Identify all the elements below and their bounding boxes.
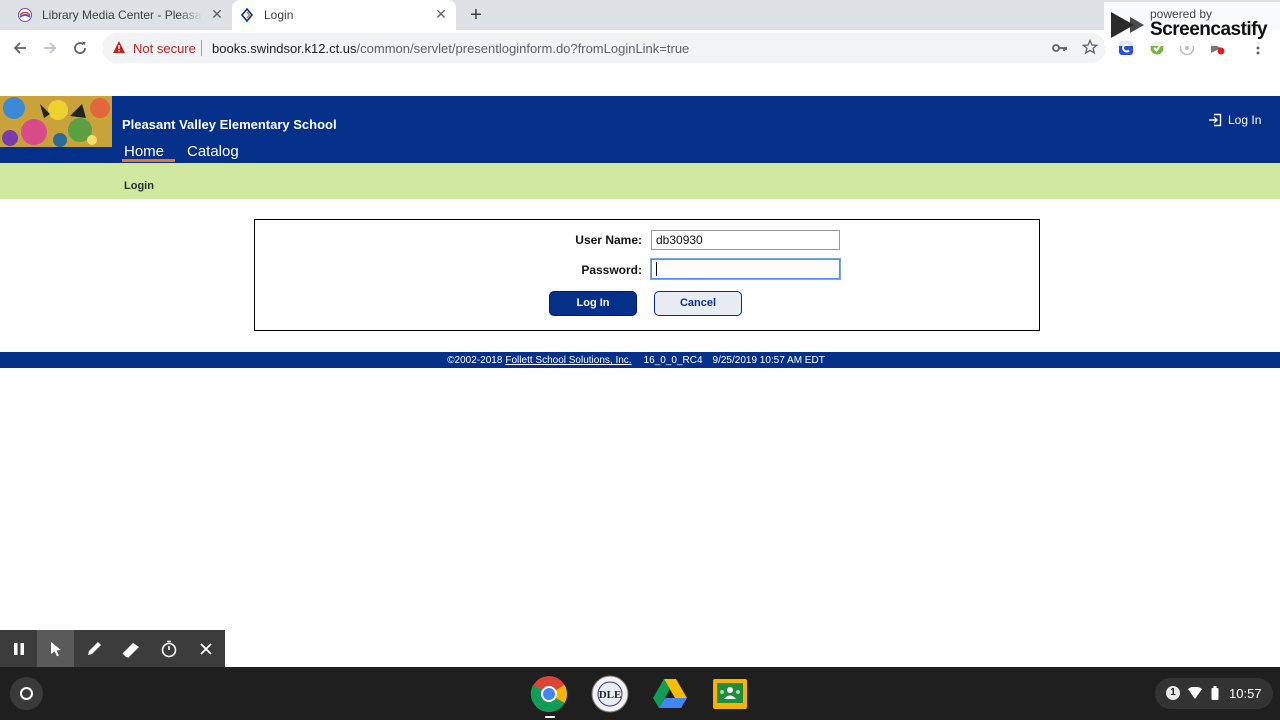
close-tab-icon[interactable]: ✕ xyxy=(209,6,225,22)
screencastify-watermark: powered by Screencastify xyxy=(1104,2,1280,46)
url-path: /common/servlet/presentloginform.do?from… xyxy=(356,41,690,56)
text-caret xyxy=(656,262,657,276)
launcher-button[interactable] xyxy=(10,677,43,710)
screencastify-brand: Screencastify xyxy=(1150,19,1268,40)
cursor-icon xyxy=(50,641,61,656)
username-label: User Name: xyxy=(575,233,642,247)
eraser-tool-button[interactable] xyxy=(112,630,149,667)
page-footer: ©2002-2018 Follett School Solutions, Inc.… xyxy=(0,352,1280,368)
bookmark-star-icon[interactable] xyxy=(1082,39,1098,55)
screen: Library Media Center - Pleasant Valley ✕… xyxy=(0,0,1280,720)
tab-library-media-center[interactable]: Library Media Center - Pleasant Valley ✕ xyxy=(10,0,232,30)
notification-count: 1 xyxy=(1166,686,1180,700)
close-tab-icon[interactable]: ✕ xyxy=(433,6,449,22)
login-form: User Name: Password: Log In Cancel xyxy=(254,219,1040,331)
forward-arrow-icon[interactable] xyxy=(40,38,60,58)
timer-button[interactable] xyxy=(150,630,187,667)
timestamp-text: 9/25/2019 10:57 AM EDT xyxy=(712,355,825,366)
pen-tool-button[interactable] xyxy=(75,630,112,667)
follett-favicon-icon xyxy=(240,8,254,22)
nav-catalog[interactable]: Catalog xyxy=(187,143,239,160)
screencastify-logo-icon xyxy=(1111,12,1144,38)
battery-icon xyxy=(1211,686,1219,700)
timer-icon xyxy=(161,640,176,657)
active-nav-indicator xyxy=(122,159,175,162)
breadcrumb-bar: Login xyxy=(0,163,1280,199)
tab-title: Login xyxy=(264,8,294,22)
chrome-icon[interactable] xyxy=(530,675,568,713)
copyright-text: ©2002-2018 xyxy=(447,355,503,366)
library-favicon-icon xyxy=(18,8,32,22)
address-bar[interactable]: Not secure books.swindsor.k12.ct.us/comm… xyxy=(102,33,1106,63)
nav-home[interactable]: Home xyxy=(124,143,164,160)
active-app-indicator xyxy=(545,716,555,718)
reload-icon[interactable] xyxy=(70,38,90,58)
pen-icon xyxy=(87,641,101,655)
back-arrow-icon[interactable] xyxy=(10,38,30,58)
login-icon xyxy=(1209,113,1222,127)
os-shelf: DLE 1 10:57 xyxy=(0,667,1280,720)
school-name: Pleasant Valley Elementary School xyxy=(122,117,337,132)
key-icon[interactable] xyxy=(1052,41,1068,55)
svg-text:DLE: DLE xyxy=(599,689,622,701)
pause-icon xyxy=(13,642,24,655)
login-button[interactable]: Log In xyxy=(549,291,637,316)
tab-strip: Library Media Center - Pleasant Valley ✕… xyxy=(0,0,1280,30)
wifi-icon xyxy=(1188,687,1202,699)
pause-button[interactable] xyxy=(0,630,37,667)
recorder-toolbar xyxy=(0,630,225,667)
url-text[interactable]: books.swindsor.k12.ct.us/common/servlet/… xyxy=(212,41,689,56)
warning-icon xyxy=(113,41,125,53)
close-icon xyxy=(199,642,212,655)
school-banner-image xyxy=(0,96,112,147)
password-field[interactable] xyxy=(651,259,840,279)
cursor-tool-button[interactable] xyxy=(37,630,74,667)
tab-login[interactable]: Login ✕ xyxy=(232,0,456,30)
site-header: Pleasant Valley Elementary School Log In… xyxy=(0,96,1280,163)
password-label: Password: xyxy=(581,263,642,277)
cancel-button[interactable]: Cancel xyxy=(654,291,742,316)
security-status[interactable]: Not secure xyxy=(133,41,196,56)
breadcrumb: Login xyxy=(124,180,154,192)
dle-school-icon[interactable]: DLE xyxy=(591,675,629,713)
status-tray[interactable]: 1 10:57 xyxy=(1155,678,1273,709)
new-tab-button[interactable]: + xyxy=(466,5,486,25)
username-field[interactable] xyxy=(651,230,840,250)
tab-title: Library Media Center - Pleasant Valley xyxy=(42,8,202,22)
url-host: books.swindsor.k12.ct.us xyxy=(212,41,357,56)
separator xyxy=(201,40,202,56)
google-drive-icon[interactable] xyxy=(651,675,689,713)
version-text: 16_0_0_RC4 xyxy=(643,355,703,366)
header-login-link[interactable]: Log In xyxy=(1208,113,1261,127)
close-recorder-button[interactable] xyxy=(187,630,224,667)
follett-link[interactable]: Follett School Solutions, Inc. xyxy=(505,355,631,366)
header-login-label: Log In xyxy=(1228,113,1262,127)
eraser-icon xyxy=(121,642,139,658)
clock: 10:57 xyxy=(1229,686,1262,701)
google-classroom-icon[interactable] xyxy=(711,675,749,713)
